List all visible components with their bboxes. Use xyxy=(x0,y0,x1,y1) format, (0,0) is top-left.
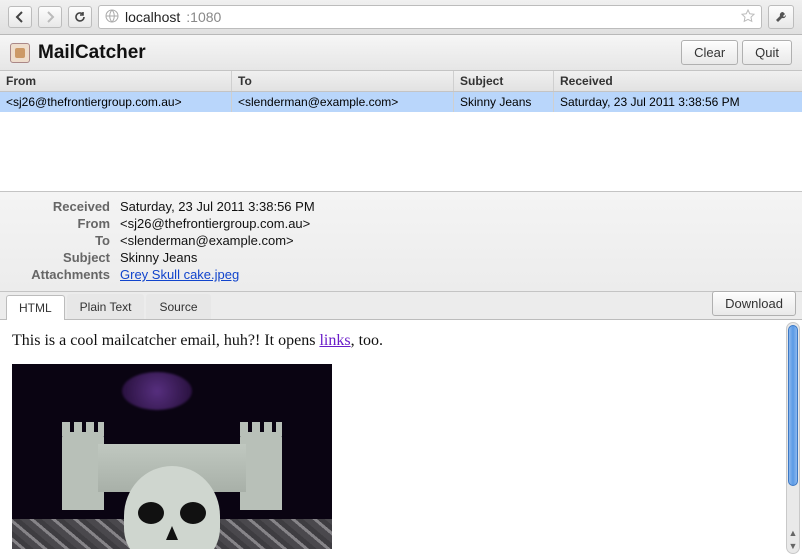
body-text-before: This is a cool mailcatcher email, huh?! … xyxy=(12,332,319,349)
clear-button[interactable]: Clear xyxy=(681,40,738,65)
site-icon xyxy=(105,9,119,26)
message-list: <sj26@thefrontiergroup.com.au> <slenderm… xyxy=(0,92,802,192)
attachment-image xyxy=(12,364,332,549)
val-subject: Skinny Jeans xyxy=(120,250,197,265)
download-button[interactable]: Download xyxy=(712,291,796,316)
label-attachments: Attachments xyxy=(10,267,110,282)
url-bar[interactable]: localhost :1080 xyxy=(98,5,762,29)
label-from: From xyxy=(10,216,110,231)
tab-html[interactable]: HTML xyxy=(6,295,65,320)
app-title: MailCatcher xyxy=(38,42,146,64)
label-received: Received xyxy=(10,199,110,214)
message-details: Received Saturday, 23 Jul 2011 3:38:56 PM… xyxy=(0,192,802,292)
label-to: To xyxy=(10,233,110,248)
col-from[interactable]: From xyxy=(0,71,232,91)
bookmark-star-icon[interactable] xyxy=(741,9,755,26)
view-tabs: HTML Plain Text Source Download xyxy=(0,292,802,320)
url-host: localhost xyxy=(125,9,180,25)
message-body: This is a cool mailcatcher email, huh?! … xyxy=(0,320,802,556)
url-port: :1080 xyxy=(186,9,221,25)
body-paragraph: This is a cool mailcatcher email, huh?! … xyxy=(12,332,790,350)
body-link[interactable]: links xyxy=(319,332,350,349)
col-subject[interactable]: Subject xyxy=(454,71,554,91)
col-to[interactable]: To xyxy=(232,71,454,91)
row-received: Saturday, 23 Jul 2011 3:38:56 PM xyxy=(554,92,802,112)
quit-button[interactable]: Quit xyxy=(742,40,792,65)
mailcatcher-logo-icon xyxy=(10,43,30,63)
scroll-down-icon[interactable]: ▼ xyxy=(787,540,799,552)
scroll-up-icon[interactable]: ▲ xyxy=(787,527,799,539)
row-from: <sj26@thefrontiergroup.com.au> xyxy=(0,92,232,112)
col-received[interactable]: Received xyxy=(554,71,802,91)
mailcatcher-app: MailCatcher Clear Quit From To Subject R… xyxy=(0,35,802,556)
scrollbar[interactable]: ▲ ▼ xyxy=(786,322,800,554)
scrollbar-thumb[interactable] xyxy=(788,325,798,486)
val-to: <slenderman@example.com> xyxy=(120,233,294,248)
val-from: <sj26@thefrontiergroup.com.au> xyxy=(120,216,310,231)
message-row[interactable]: <sj26@thefrontiergroup.com.au> <slenderm… xyxy=(0,92,802,112)
row-to: <slenderman@example.com> xyxy=(232,92,454,112)
wrench-menu-button[interactable] xyxy=(768,5,794,29)
app-header: MailCatcher Clear Quit xyxy=(0,35,802,71)
tab-source[interactable]: Source xyxy=(146,294,210,319)
browser-toolbar: localhost :1080 xyxy=(0,0,802,35)
reload-button[interactable] xyxy=(68,6,92,28)
message-list-header: From To Subject Received xyxy=(0,71,802,92)
row-subject: Skinny Jeans xyxy=(454,92,554,112)
val-received: Saturday, 23 Jul 2011 3:38:56 PM xyxy=(120,199,315,214)
forward-button[interactable] xyxy=(38,6,62,28)
body-text-after: , too. xyxy=(351,332,383,349)
tab-plain-text[interactable]: Plain Text xyxy=(67,294,145,319)
label-subject: Subject xyxy=(10,250,110,265)
attachment-link[interactable]: Grey Skull cake.jpeg xyxy=(120,267,239,282)
back-button[interactable] xyxy=(8,6,32,28)
